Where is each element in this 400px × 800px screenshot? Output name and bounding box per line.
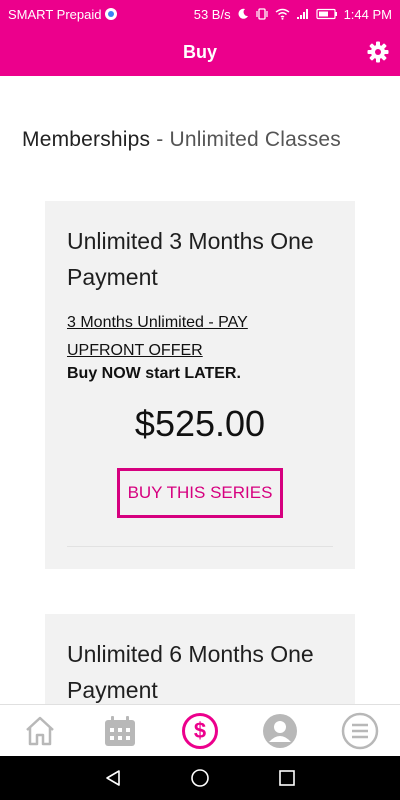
svg-text:$: $ <box>194 718 206 743</box>
buy-series-button[interactable]: BUY THIS SERIES <box>117 468 283 518</box>
recents-icon[interactable] <box>275 766 299 790</box>
status-bar: SMART Prepaid 53 B/s 1:44 PM <box>0 0 400 28</box>
status-right: 53 B/s 1:44 PM <box>194 7 392 22</box>
profile-icon[interactable] <box>260 711 300 751</box>
vibrate-icon <box>255 7 269 21</box>
home-icon[interactable] <box>20 711 60 751</box>
shield-icon <box>105 8 118 20</box>
section-heading: Memberships - Unlimited Classes <box>22 128 341 152</box>
section-heading-sub: - Unlimited Classes <box>156 128 341 151</box>
back-icon[interactable] <box>101 766 125 790</box>
system-nav <box>0 756 400 800</box>
status-left: SMART Prepaid <box>8 6 118 22</box>
battery-icon <box>315 7 338 21</box>
dollar-icon[interactable]: $ <box>180 711 220 751</box>
card-price: $525.00 <box>134 403 266 444</box>
screen: SMART Prepaid 53 B/s 1:44 PM Buy Members… <box>0 0 400 800</box>
signal-icon <box>296 7 310 21</box>
home-circle-icon[interactable] <box>188 766 212 790</box>
app-header: Buy <box>0 28 400 76</box>
membership-card: Unlimited 3 Months One Payment 3 Months … <box>45 201 355 569</box>
membership-card: Unlimited 6 Months One Payment <box>45 614 355 704</box>
gear-icon[interactable] <box>366 40 390 64</box>
status-time: 1:44 PM <box>343 6 392 22</box>
card-divider <box>67 546 333 547</box>
network-speed: 53 B/s <box>193 6 231 22</box>
menu-icon[interactable] <box>340 711 380 751</box>
wifi-icon <box>275 7 290 21</box>
bottom-nav: $ <box>0 704 400 756</box>
section-heading-main: Memberships <box>22 128 151 151</box>
card-note: Buy NOW start LATER. <box>67 365 241 382</box>
moon-icon <box>237 7 249 21</box>
calendar-icon[interactable] <box>100 711 140 751</box>
card-title: Unlimited 6 Months One Payment <box>67 641 314 703</box>
main-content[interactable]: Memberships - Unlimited Classes Unlimite… <box>0 76 400 704</box>
card-subtitle: 3 Months Unlimited - PAY UPFRONT OFFER <box>67 314 248 359</box>
card-title: Unlimited 3 Months One Payment <box>67 228 314 290</box>
page-title: Buy <box>182 41 217 62</box>
carrier-label: SMART Prepaid <box>8 6 102 22</box>
